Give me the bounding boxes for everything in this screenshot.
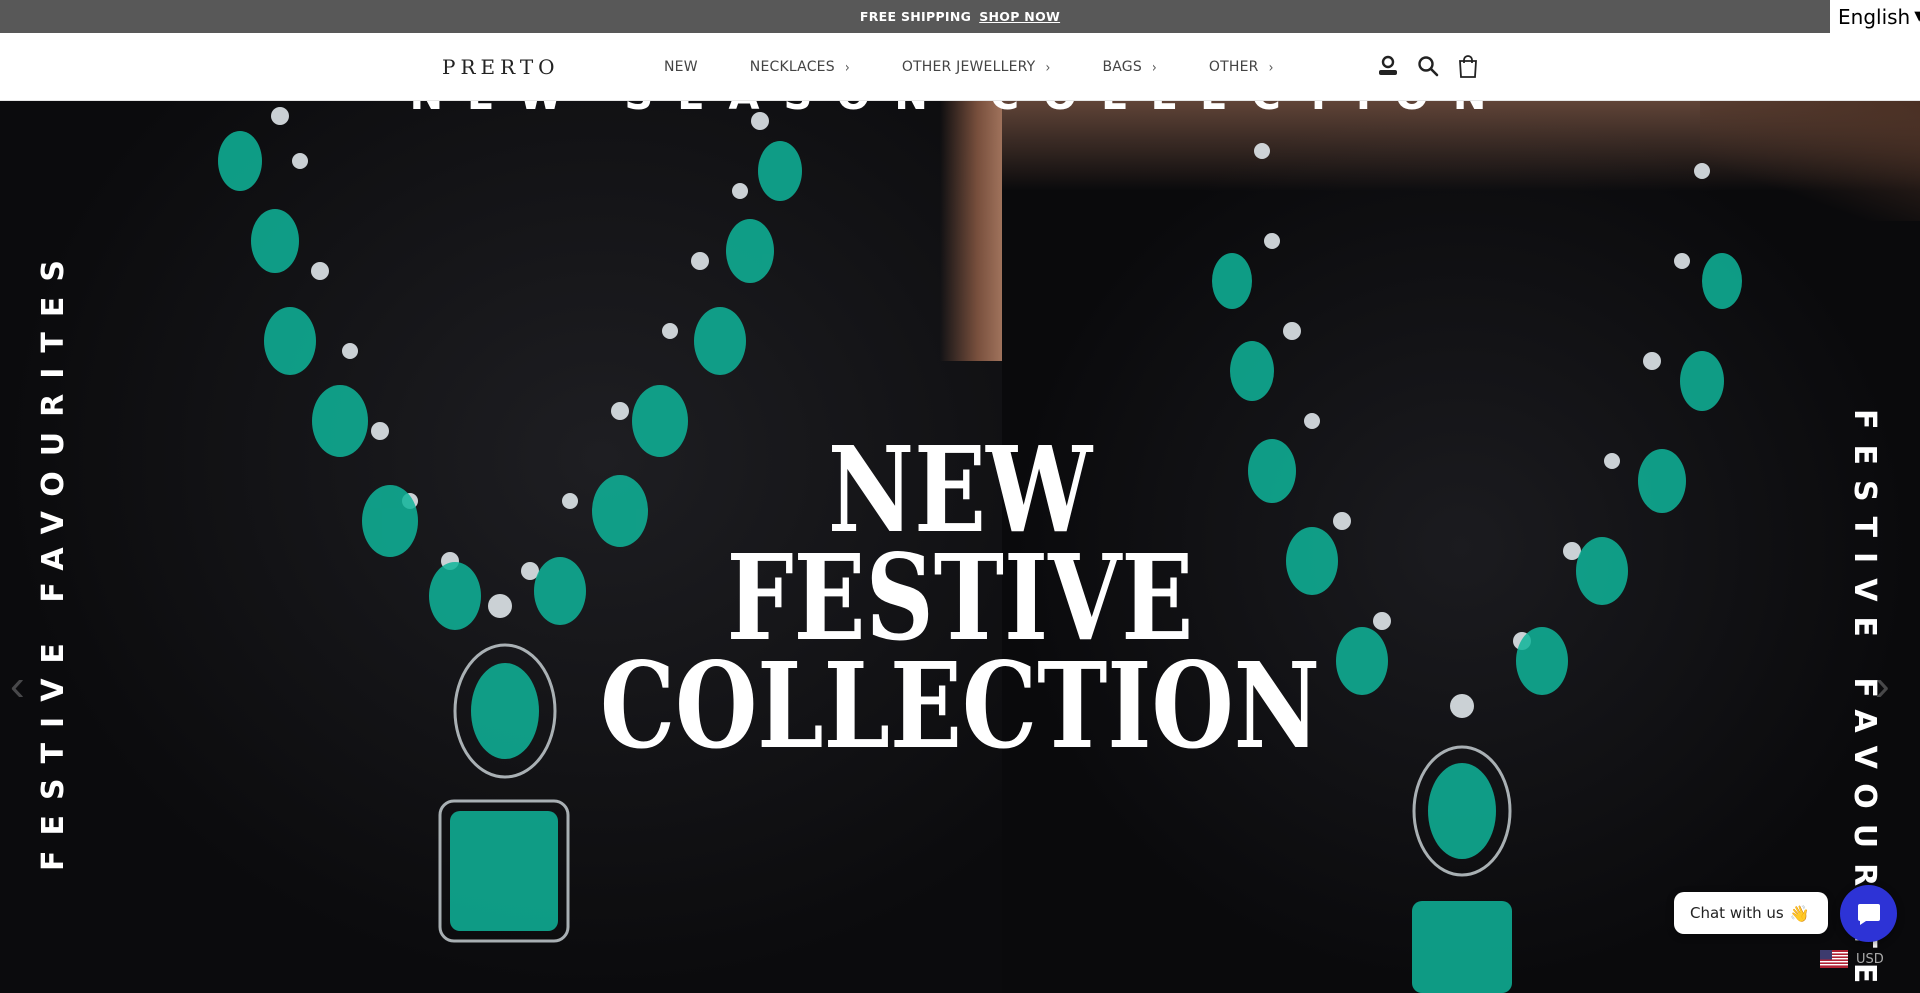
language-selector[interactable]: English ▼ [1830, 0, 1920, 33]
shop-now-link[interactable]: SHOP NOW [979, 9, 1060, 24]
caret-down-icon: ▼ [1914, 9, 1920, 24]
nav-bags[interactable]: BAGS › [1102, 58, 1157, 76]
main-nav: NEW NECKLACES › OTHER JEWELLERY › BAGS ›… [664, 33, 1326, 101]
nav-label: NECKLACES [749, 59, 835, 75]
header-icons [1376, 53, 1496, 79]
chevron-right-icon: › [844, 58, 850, 76]
nav-label: BAGS [1102, 59, 1142, 75]
currency-selector[interactable]: USD [1820, 950, 1884, 968]
nav-necklaces[interactable]: NECKLACES › [749, 58, 850, 76]
chat-prompt[interactable]: Chat with us 👋 [1674, 892, 1828, 934]
chevron-right-icon[interactable]: › [1875, 661, 1890, 711]
side-text-left: FESTIVE FAVOURITES [36, 245, 71, 871]
site-header: PRERTO NEW NECKLACES › OTHER JEWELLERY ›… [0, 33, 1920, 101]
announcement-text: FREE SHIPPING [859, 9, 972, 24]
announcement-bar: FREE SHIPPING SHOP NOW [0, 0, 1920, 33]
nav-label: OTHER JEWELLERY [901, 59, 1036, 75]
chat-button[interactable] [1840, 885, 1897, 942]
wave-icon: 👋 [1789, 903, 1810, 923]
currency-code: USD [1856, 951, 1884, 967]
nav-other-jewellery[interactable]: OTHER JEWELLERY › [901, 58, 1051, 76]
logo[interactable]: PRERTO [442, 55, 560, 79]
nav-label: OTHER [1208, 59, 1259, 75]
hero-banner[interactable]: NEW SEASON COLLECTION NEW FESTIVE COLLEC… [0, 101, 1920, 993]
language-label: English [1838, 4, 1911, 29]
hero-headline-line-3: COLLECTION [599, 636, 1321, 775]
chevron-left-icon[interactable]: ‹ [10, 661, 25, 711]
nav-new[interactable]: NEW [664, 59, 698, 75]
hero-subtitle: NEW SEASON COLLECTION [0, 101, 1920, 119]
chevron-right-icon: › [1151, 58, 1157, 76]
us-flag-icon [1820, 950, 1848, 968]
chat-icon [1857, 903, 1880, 925]
nav-other[interactable]: OTHER › [1208, 58, 1274, 76]
chat-label: Chat with us [1690, 904, 1784, 922]
search-icon[interactable] [1416, 53, 1440, 79]
nav-label: NEW [664, 59, 698, 75]
chevron-right-icon: › [1268, 58, 1274, 76]
chevron-right-icon: › [1045, 58, 1051, 76]
account-icon[interactable] [1376, 53, 1400, 79]
cart-icon[interactable] [1456, 53, 1480, 79]
